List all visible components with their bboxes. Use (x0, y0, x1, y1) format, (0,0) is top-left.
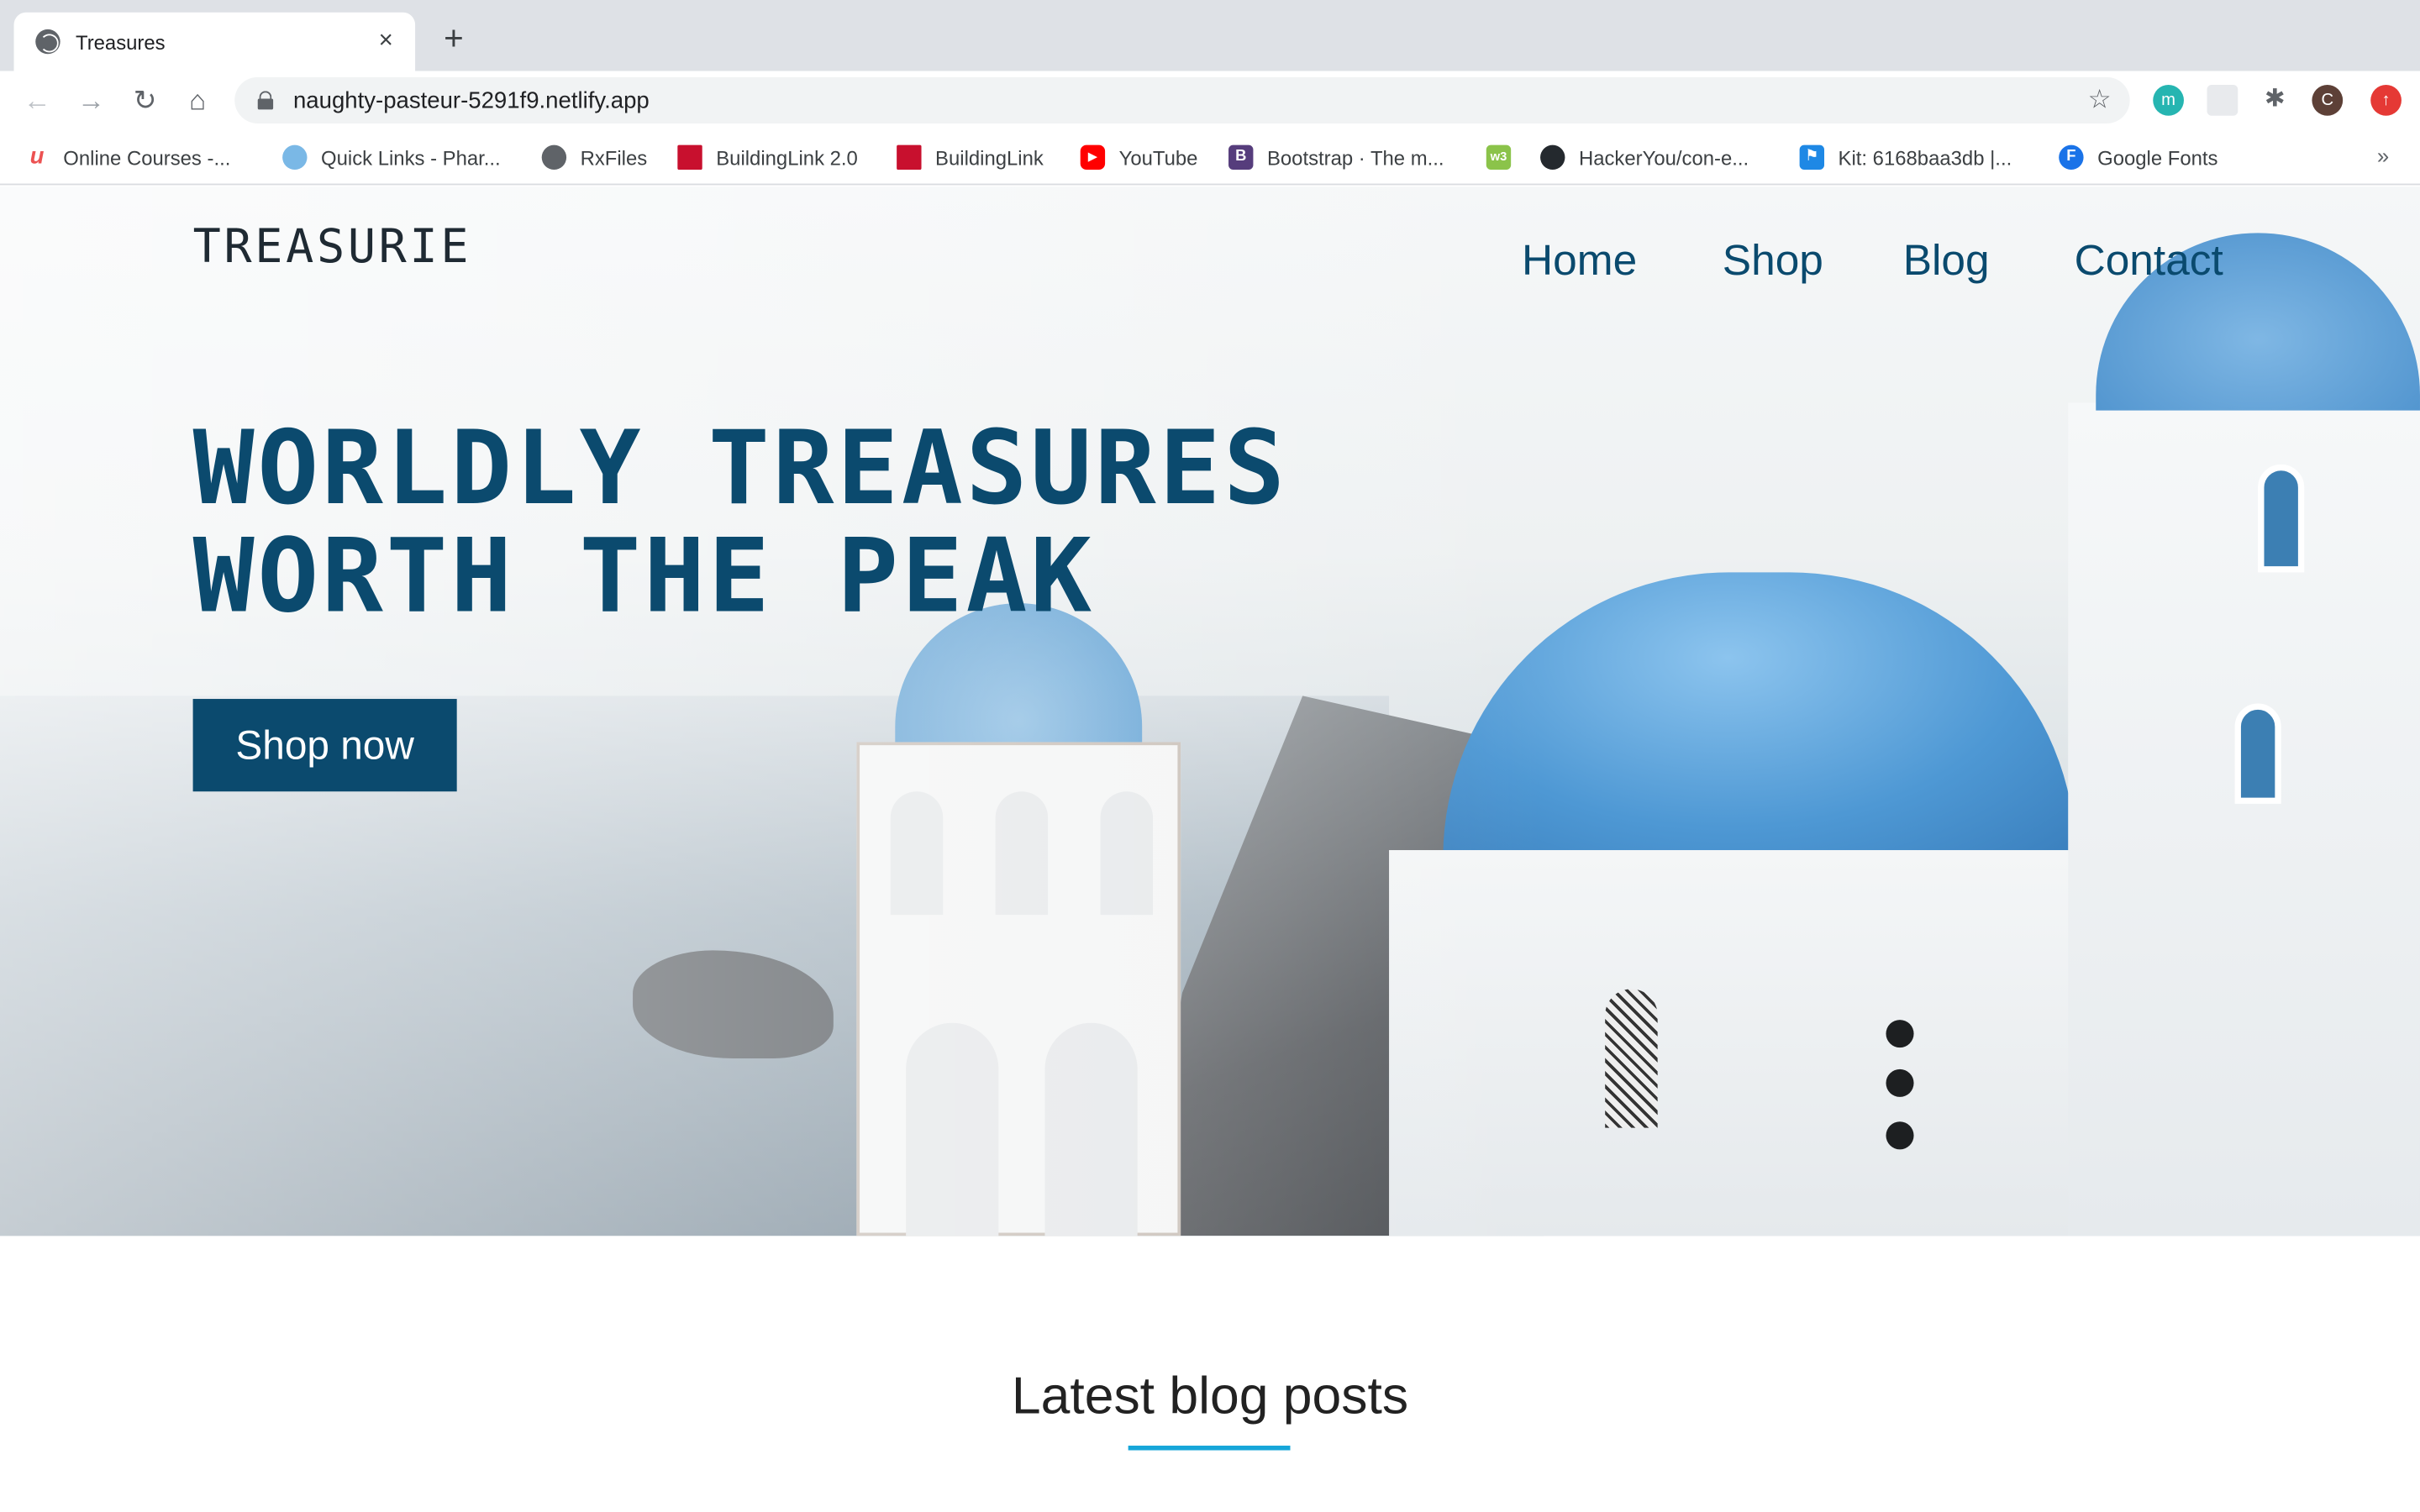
bookmark-label: YouTube (1118, 145, 1198, 170)
bookmarks-overflow-icon[interactable]: » (2377, 144, 2389, 168)
reload-icon[interactable]: ↻ (128, 83, 161, 117)
heading-underline (1128, 1446, 1291, 1451)
site-logo[interactable]: TREASURIE (193, 221, 472, 275)
bookmark-label: BuildingLink 2.0 (716, 145, 858, 170)
bookmark-quick-links[interactable]: Quick Links - Phar... (282, 144, 501, 171)
hero-image-building (2068, 402, 2420, 1236)
bookmark-online-courses[interactable]: u Online Courses -... (24, 143, 231, 171)
hero-banner: TREASURIE Home Shop Blog Contact WORLDLY… (0, 186, 2420, 1236)
bookmark-rxfiles[interactable]: RxFiles (541, 144, 648, 171)
bookmarks-bar: u Online Courses -... Quick Links - Phar… (0, 129, 2420, 186)
home-icon[interactable]: ⌂ (181, 83, 214, 117)
hero-headline: WORLDLY TREASURES WORTH THE PEAK (192, 408, 1428, 636)
google-fonts-icon: F (2059, 144, 2084, 171)
bookmark-label: Google Fonts (2097, 145, 2218, 170)
forward-arrow-icon[interactable]: → (74, 83, 108, 117)
nav-contact[interactable]: Contact (2075, 236, 2223, 286)
browser-toolbar: ← → ↻ ⌂ naughty-pasteur-5291f9.netlify.a… (0, 71, 2420, 130)
bookmark-label: Kit: 6168baa3db |... (1838, 145, 2012, 170)
lock-icon (257, 91, 274, 110)
globe-icon (35, 29, 60, 55)
buildinglink-icon (677, 144, 702, 171)
extension-m-icon[interactable]: m (2153, 85, 2184, 116)
hero-headline-line2: WORTH THE PEAK (192, 517, 1095, 636)
bookmark-label: Bootstrap · The m... (1266, 145, 1444, 170)
bookmark-kit[interactable]: ⚑ Kit: 6168baa3db |... (1799, 144, 2012, 171)
bookmark-label: HackerYou/con-e... (1578, 145, 1749, 170)
bookmark-label: Online Courses -... (63, 145, 231, 170)
flag-icon: ⚑ (1799, 144, 1825, 171)
globe-icon (541, 144, 567, 171)
w3-icon: w3 (1486, 144, 1512, 171)
web-page: TREASURIE Home Shop Blog Contact WORLDLY… (0, 186, 2420, 1512)
nav-shop[interactable]: Shop (1723, 236, 1823, 286)
address-bar[interactable]: naughty-pasteur-5291f9.netlify.app ☆ (234, 76, 2130, 123)
extension-grid-icon[interactable] (2207, 85, 2238, 116)
new-tab-button[interactable]: + (435, 19, 472, 57)
bookmark-bootstrap[interactable]: B Bootstrap · The m... (1228, 144, 1444, 171)
nav-home[interactable]: Home (1522, 236, 1637, 286)
udemy-icon: u (29, 143, 45, 171)
youtube-icon: ▶ (1080, 144, 1106, 171)
puzzle-icon[interactable]: ✱ (2260, 85, 2291, 116)
bookmark-label: RxFiles (580, 145, 648, 170)
star-icon[interactable]: ☆ (2088, 85, 2112, 116)
bookmark-buildinglink[interactable]: BuildingLink (897, 144, 1044, 171)
nav-blog[interactable]: Blog (1903, 236, 1990, 286)
cloud-icon (282, 144, 308, 171)
bookmark-youtube[interactable]: ▶ YouTube (1080, 144, 1198, 171)
back-arrow-icon[interactable]: ← (20, 83, 54, 117)
shop-now-button[interactable]: Shop now (192, 699, 457, 792)
browser-tab[interactable]: Treasures × (13, 12, 416, 71)
hero-headline-line1: WORLDLY TREASURES (192, 408, 1288, 528)
update-icon[interactable]: ↑ (2370, 85, 2402, 116)
url-text[interactable]: naughty-pasteur-5291f9.netlify.app (293, 87, 2088, 113)
hero-image-window (2258, 464, 2305, 573)
close-icon[interactable]: × (372, 28, 400, 55)
browser-tab-strip: Treasures × + (0, 0, 2420, 71)
buildinglink-icon (897, 144, 922, 171)
bootstrap-icon: B (1228, 144, 1254, 171)
bookmark-buildinglink-2[interactable]: BuildingLink 2.0 (677, 144, 858, 171)
tab-title: Treasures (75, 29, 166, 54)
bookmark-google-fonts[interactable]: F Google Fonts (2059, 144, 2217, 171)
section-heading: Latest blog posts (1011, 1367, 1409, 1426)
avatar[interactable]: C (2312, 85, 2344, 116)
bookmark-label: BuildingLink (935, 145, 1044, 170)
bookmark-w3[interactable]: w3 (1486, 144, 1525, 171)
bookmark-hackeryou[interactable]: HackerYou/con-e... (1540, 144, 1749, 171)
hero-image-window (2234, 703, 2281, 804)
bookmark-label: Quick Links - Phar... (321, 145, 501, 170)
github-icon (1540, 144, 1565, 171)
